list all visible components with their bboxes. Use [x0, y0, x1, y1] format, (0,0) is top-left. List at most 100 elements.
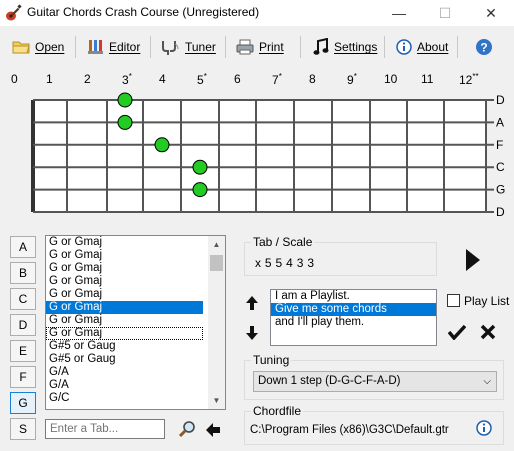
fret-marker: * — [128, 72, 132, 81]
playlist-item[interactable]: I am a Playlist. — [271, 290, 436, 303]
chordfile-title: Chordfile — [251, 404, 304, 418]
open-label: Open — [35, 40, 65, 54]
key-button-c[interactable]: C — [10, 288, 36, 310]
toolbar-separator — [384, 36, 385, 58]
chordfile-path: C:\Program Files (x86)\G3C\Default.gtr — [250, 424, 449, 436]
key-button-s[interactable]: S — [10, 418, 36, 440]
play-icon[interactable] — [464, 248, 482, 272]
playlist-checkbox[interactable] — [447, 294, 460, 307]
print-label: Print — [259, 40, 284, 54]
chord-list-item[interactable]: G or Gmaj — [46, 314, 203, 327]
key-button-a[interactable]: A — [10, 236, 36, 258]
tab-entry-field[interactable] — [45, 419, 165, 439]
fret-number-text: 7 — [272, 73, 279, 87]
fret-number-10: 10 — [384, 72, 397, 86]
finger-position-dot[interactable] — [154, 137, 170, 153]
tuner-button[interactable]: Tuner — [160, 32, 216, 62]
fret-number-4: 4 — [159, 72, 166, 86]
fret-number-7: 7* — [272, 72, 282, 87]
chord-list-item[interactable]: G/A — [46, 366, 203, 379]
close-button[interactable]: ✕ — [468, 0, 514, 26]
scroll-thumb[interactable] — [210, 255, 223, 271]
finger-position-dot[interactable] — [117, 92, 133, 108]
open-button[interactable]: Open — [12, 32, 64, 62]
move-up-arrow-icon[interactable] — [245, 295, 259, 311]
minimize-button[interactable]: — — [376, 0, 422, 26]
fret-number-0: 0 — [11, 72, 18, 86]
string-label: D — [496, 205, 505, 219]
folder-icon — [12, 41, 30, 54]
help-button[interactable]: ? — [475, 32, 493, 62]
fret-number-5: 5* — [197, 72, 207, 87]
fretboard-background — [33, 100, 486, 212]
fret-marker: * — [203, 72, 207, 81]
fret-number-text: 3 — [122, 73, 129, 87]
chord-list-item[interactable]: G or Gmaj — [46, 249, 203, 262]
chord-list-item[interactable]: G#5 or Gaug — [46, 340, 203, 353]
info-icon — [396, 39, 412, 55]
chord-list-item[interactable]: G#5 or Gaug — [46, 353, 203, 366]
maximize-button[interactable]: ☐ — [422, 0, 468, 26]
finger-position-dot[interactable] — [192, 182, 208, 198]
tuning-selected-value: Down 1 step (D-G-C-F-A-D) — [258, 375, 401, 387]
key-button-g[interactable]: G — [10, 392, 36, 414]
chord-list-item[interactable]: G or Gmaj — [46, 236, 203, 249]
string-label: F — [496, 138, 503, 152]
scroll-up-arrow-icon[interactable]: ▲ — [208, 236, 225, 253]
playlist-checkbox-label: Play List — [464, 294, 510, 308]
brush-icon — [88, 40, 103, 54]
fret-number-6: 6 — [234, 72, 241, 86]
fret-number-1: 1 — [46, 72, 53, 86]
chevron-down-icon: ⌵ — [483, 376, 491, 387]
key-button-f[interactable]: F — [10, 366, 36, 388]
finger-position-dot[interactable] — [192, 159, 208, 175]
delete-x-icon[interactable] — [480, 324, 496, 340]
chordfile-info-icon[interactable] — [476, 420, 492, 436]
chord-list[interactable]: G or Gmaj G or Gmaj G or Gmaj G or Gmaj G or… — [45, 235, 226, 410]
fret-number-8: 8 — [309, 72, 316, 86]
checkmark-icon[interactable] — [448, 324, 466, 340]
key-button-b[interactable]: B — [10, 262, 36, 284]
chord-list-item[interactable]: G or Gmaj — [46, 327, 203, 340]
move-down-arrow-icon[interactable] — [245, 325, 259, 341]
window-title: Guitar Chords Crash Course (Unregistered… — [27, 5, 260, 19]
svg-text:?: ? — [480, 41, 487, 55]
editor-label: Editor — [109, 40, 141, 54]
scroll-down-arrow-icon[interactable]: ▼ — [208, 392, 225, 409]
fretboard[interactable]: DAFCGD — [0, 88, 514, 220]
toolbar: Open Editor Tuner Print Settings About ? — [0, 32, 514, 62]
key-button-e[interactable]: E — [10, 340, 36, 362]
about-button[interactable]: About — [396, 32, 448, 62]
music-note-icon — [313, 38, 329, 55]
string-label: G — [496, 183, 505, 197]
chord-list-scrollbar[interactable]: ▲ ▼ — [208, 236, 225, 409]
about-label: About — [417, 40, 449, 54]
playlist-item[interactable]: Give me some chords — [271, 303, 436, 316]
settings-label: Settings — [334, 40, 378, 54]
key-button-d[interactable]: D — [10, 314, 36, 336]
arrow-left-icon[interactable] — [205, 422, 221, 438]
chord-list-item[interactable]: G or Gmaj — [46, 262, 203, 275]
finger-position-dot[interactable] — [117, 114, 133, 130]
print-button[interactable]: Print — [236, 32, 284, 62]
fret-marker: * — [353, 72, 357, 81]
string-label: D — [496, 93, 505, 107]
tuning-dropdown[interactable]: Down 1 step (D-G-C-F-A-D) ⌵ — [253, 371, 497, 392]
tuning-fork-icon — [162, 41, 179, 55]
title-bar: Guitar Chords Crash Course (Unregistered… — [0, 0, 514, 26]
search-icon[interactable] — [177, 420, 197, 440]
help-icon: ? — [476, 39, 492, 55]
chord-list-item[interactable]: G or Gmaj — [46, 275, 203, 288]
playlist-item[interactable]: and I'll play them. — [271, 316, 436, 329]
chord-list-item[interactable]: G or Gmaj — [46, 288, 203, 301]
editor-button[interactable]: Editor — [86, 32, 140, 62]
fret-number-text: 4 — [159, 72, 166, 86]
fret-marker: * — [278, 72, 282, 81]
settings-button[interactable]: Settings — [313, 32, 377, 62]
fret-number-11: 11 — [421, 72, 433, 86]
chord-list-item[interactable]: G/C — [46, 392, 203, 405]
chord-list-item[interactable]: G or Gmaj — [46, 301, 203, 314]
chord-list-item[interactable]: G/A — [46, 379, 203, 392]
fret-marker: ** — [472, 72, 479, 81]
playlist-box[interactable]: I am a Playlist. Give me some chords and I… — [270, 289, 437, 346]
